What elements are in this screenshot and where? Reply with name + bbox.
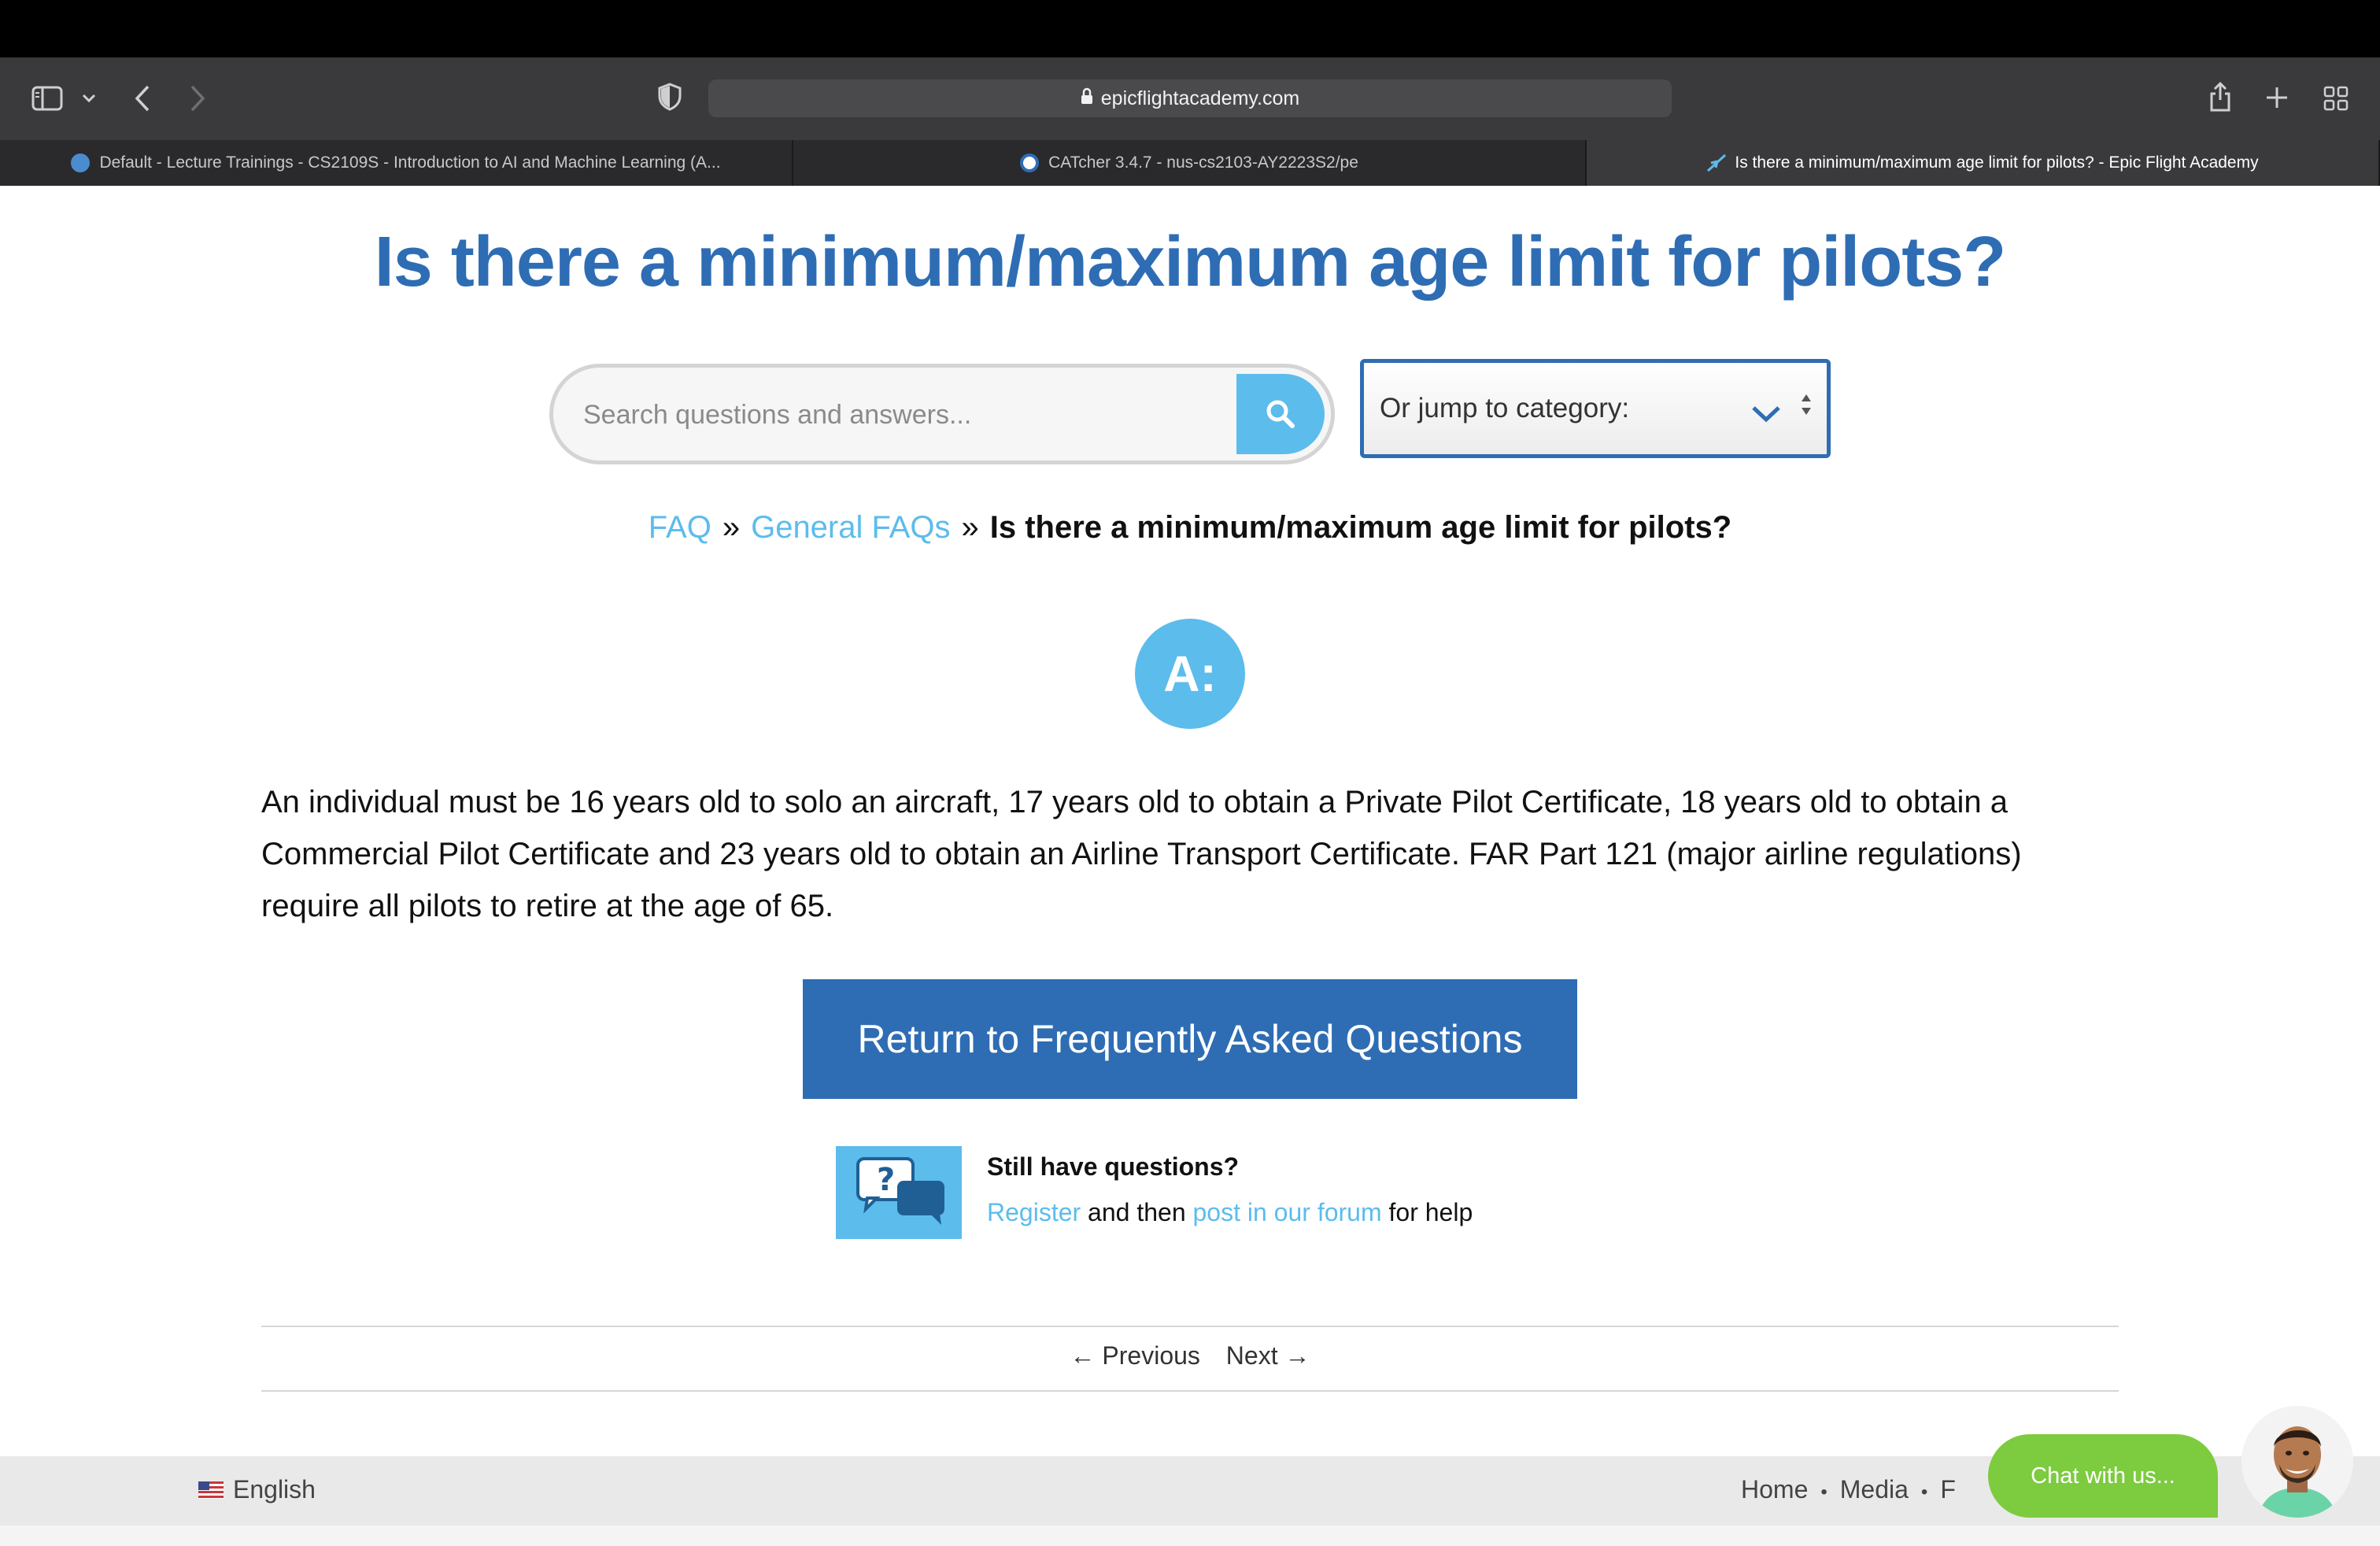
search-button[interactable] — [1236, 374, 1325, 454]
category-select[interactable]: Or jump to category: — [1360, 359, 1831, 458]
help-title: Still have questions? — [987, 1152, 1240, 1181]
help-line: Register and then post in our forum for … — [987, 1198, 1473, 1227]
post-pager: ← Previous Next → — [0, 1341, 2380, 1370]
tab-favicon-icon — [71, 153, 91, 172]
footer-strip — [0, 1526, 2380, 1546]
airplane-favicon-icon — [1706, 153, 1727, 172]
footer-separator: • — [1820, 1481, 1828, 1503]
return-to-faq-button[interactable]: Return to Frequently Asked Questions — [803, 979, 1577, 1099]
search-box — [549, 364, 1335, 464]
svg-text:?: ? — [877, 1162, 895, 1198]
browser-tab-2[interactable]: CATcher 3.4.7 - nus-cs2103-AY2223S2/pe — [793, 140, 1587, 186]
divider — [261, 1326, 2119, 1327]
page-title: Is there a minimum/maximum age limit for… — [374, 223, 2006, 301]
privacy-shield-icon[interactable] — [658, 83, 682, 111]
share-icon[interactable] — [2208, 81, 2232, 113]
answer-badge: A: — [1135, 619, 1245, 729]
browser-tab-1[interactable]: Default - Lecture Trainings - CS2109S - … — [0, 140, 793, 186]
footer-link-partial[interactable]: F — [1940, 1475, 1956, 1503]
help-text: and then — [1081, 1198, 1193, 1226]
search-icon — [1266, 400, 1295, 428]
forum-link[interactable]: post in our forum — [1193, 1198, 1382, 1226]
breadcrumb-faq-link[interactable]: FAQ — [649, 510, 711, 545]
screen-top-bar — [0, 0, 2380, 57]
tab-bar: Default - Lecture Trainings - CS2109S - … — [0, 140, 2380, 186]
next-link[interactable]: Next → — [1226, 1341, 1310, 1370]
footer-nav: Home • Media • F — [1741, 1475, 1956, 1504]
chat-agent-avatar[interactable] — [2241, 1406, 2353, 1518]
previous-link[interactable]: ← Previous — [1070, 1341, 1207, 1370]
question-chat-icon: ? — [836, 1146, 962, 1239]
next-label: Next — [1225, 1341, 1278, 1370]
forward-icon[interactable] — [189, 84, 206, 113]
register-link[interactable]: Register — [987, 1198, 1081, 1226]
chat-button[interactable]: Chat with us... — [1988, 1434, 2218, 1518]
footer-link-media[interactable]: Media — [1840, 1475, 1909, 1503]
tab-overview-icon[interactable] — [2323, 86, 2349, 111]
footer-link-home[interactable]: Home — [1741, 1475, 1808, 1503]
breadcrumb-separator: » — [722, 510, 741, 545]
divider — [261, 1390, 2119, 1392]
select-arrows-icon — [1800, 393, 1813, 419]
category-select-value: Or jump to category: — [1380, 393, 1630, 423]
sidebar-toggle-icon[interactable] — [31, 86, 63, 111]
address-text: epicflightacademy.com — [1100, 87, 1300, 109]
us-flag-icon — [198, 1481, 224, 1499]
search-input[interactable] — [582, 368, 1230, 462]
tab-favicon-icon — [1020, 153, 1040, 172]
help-text: for help — [1381, 1198, 1473, 1226]
lock-icon — [1081, 87, 1093, 110]
chevron-down-icon — [1751, 399, 1781, 431]
address-bar[interactable]: epicflightacademy.com — [708, 80, 1672, 117]
footer-separator: • — [1920, 1481, 1928, 1503]
language-label: English — [233, 1475, 316, 1503]
tab-title: Default - Lecture Trainings - CS2109S - … — [99, 153, 721, 172]
previous-label: Previous — [1102, 1341, 1200, 1370]
tab-title: CATcher 3.4.7 - nus-cs2103-AY2223S2/pe — [1048, 153, 1358, 172]
browser-tab-3[interactable]: Is there a minimum/maximum age limit for… — [1587, 140, 2380, 186]
new-tab-icon[interactable] — [2265, 86, 2289, 109]
breadcrumb-separator: » — [961, 510, 979, 545]
language-selector[interactable]: English — [198, 1475, 316, 1504]
arrow-right-icon: → — [1284, 1341, 1310, 1370]
arrow-left-icon: ← — [1070, 1341, 1096, 1370]
breadcrumb-current: Is there a minimum/maximum age limit for… — [989, 510, 1732, 545]
chevron-down-icon[interactable] — [82, 94, 96, 103]
tab-title: Is there a minimum/maximum age limit for… — [1735, 153, 2259, 172]
answer-text: An individual must be 16 years old to so… — [261, 785, 2022, 923]
breadcrumb-general-link[interactable]: General FAQs — [751, 510, 950, 545]
back-icon[interactable] — [134, 84, 151, 113]
breadcrumb: FAQ » General FAQs » Is there a minimum/maxi… — [0, 510, 2380, 546]
